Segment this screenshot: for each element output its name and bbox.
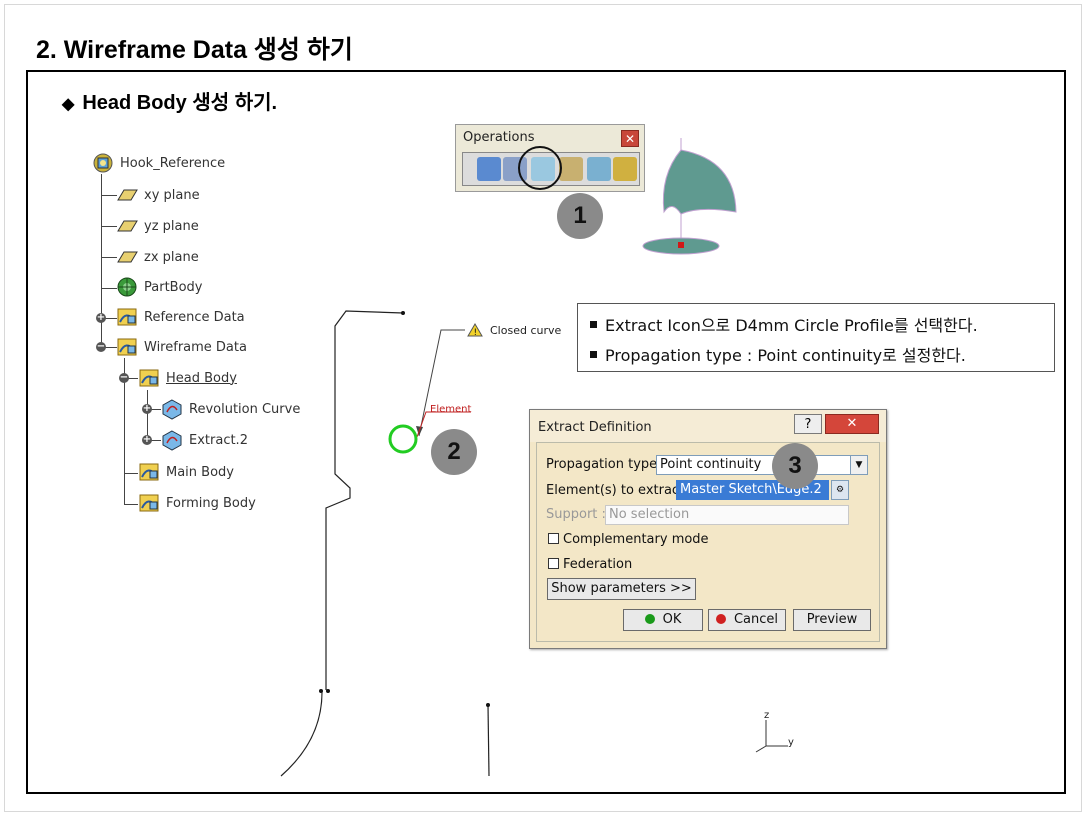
instruction-line: Propagation type : Point continuity로 설정한… bbox=[590, 341, 1054, 371]
dialog-title: Extract Definition bbox=[538, 420, 652, 435]
propagation-type-label: Propagation type: bbox=[546, 457, 662, 472]
sketch-line bbox=[487, 704, 490, 777]
revolved-surface-preview bbox=[662, 149, 737, 215]
ok-icon bbox=[644, 613, 655, 624]
extract-icon-highlight bbox=[518, 146, 562, 190]
ok-button-label: OK bbox=[662, 612, 682, 627]
show-parameters-button[interactable]: Show parameters >> bbox=[547, 578, 696, 600]
join-icon[interactable] bbox=[477, 157, 501, 181]
element-label: Element bbox=[430, 404, 472, 415]
checkbox-label: Federation bbox=[563, 557, 633, 572]
sketch-vertex bbox=[486, 703, 490, 707]
preview-origin-marker bbox=[678, 242, 684, 248]
checkbox-label: Complementary mode bbox=[563, 532, 709, 547]
cancel-button-label: Cancel bbox=[733, 612, 779, 627]
propagation-type-select[interactable]: Point continuity bbox=[656, 455, 852, 475]
axis-y-label: y bbox=[788, 737, 794, 748]
bullet-square-icon bbox=[590, 321, 597, 328]
elements-to-extract-label: Element(s) to extract: bbox=[546, 483, 689, 498]
instruction-text: Propagation type : Point continuity로 설정한… bbox=[605, 346, 966, 365]
ok-button[interactable]: OK bbox=[623, 609, 703, 631]
sketch-vertex bbox=[401, 311, 405, 315]
compass-x-axis bbox=[755, 745, 767, 753]
support-label: Support : bbox=[546, 507, 606, 522]
fillet-icon[interactable] bbox=[559, 157, 583, 181]
closed-curve-label: Closed curve bbox=[490, 324, 562, 337]
sketch-vertex bbox=[326, 689, 330, 693]
checkbox-box[interactable] bbox=[548, 558, 559, 569]
help-button[interactable]: ? bbox=[794, 414, 822, 434]
toolbar-close-button[interactable]: ✕ bbox=[621, 130, 639, 147]
complementary-mode-checkbox[interactable]: Complementary mode bbox=[548, 532, 709, 547]
sketch-arc bbox=[280, 691, 323, 777]
axis-z-label: z bbox=[764, 710, 770, 721]
step-badge-2: 2 bbox=[431, 429, 477, 475]
extrapolate-icon[interactable] bbox=[613, 157, 637, 181]
leader-line bbox=[418, 329, 465, 437]
step-badge-1: 1 bbox=[557, 193, 603, 239]
federation-checkbox[interactable]: Federation bbox=[548, 557, 632, 572]
warning-icon-mark: ! bbox=[474, 328, 478, 338]
chevron-down-icon[interactable]: ▼ bbox=[850, 455, 868, 475]
element-selector-icon[interactable]: ⚙ bbox=[831, 480, 849, 500]
translate-icon[interactable] bbox=[587, 157, 611, 181]
instruction-box: Extract Icon으로 D4mm Circle Profile를 선택한다… bbox=[577, 303, 1055, 372]
instruction-text: Extract Icon으로 D4mm Circle Profile를 선택한다… bbox=[605, 316, 978, 335]
extract-definition-dialog: Extract Definition ? ✕ Propagation type:… bbox=[529, 409, 887, 649]
instruction-line: Extract Icon으로 D4mm Circle Profile를 선택한다… bbox=[590, 311, 1054, 341]
support-field[interactable]: No selection bbox=[605, 505, 849, 525]
toolbar-title: Operations bbox=[463, 130, 535, 145]
step-badge-3: 3 bbox=[772, 443, 818, 489]
dialog-close-button[interactable]: ✕ bbox=[825, 414, 879, 434]
cancel-icon bbox=[715, 613, 726, 624]
cancel-button[interactable]: Cancel bbox=[708, 609, 786, 631]
preview-button[interactable]: Preview bbox=[793, 609, 871, 631]
checkbox-box[interactable] bbox=[548, 533, 559, 544]
sketch-profile-line bbox=[325, 310, 404, 690]
circle-profile[interactable] bbox=[388, 424, 418, 454]
bullet-square-icon bbox=[590, 351, 597, 358]
